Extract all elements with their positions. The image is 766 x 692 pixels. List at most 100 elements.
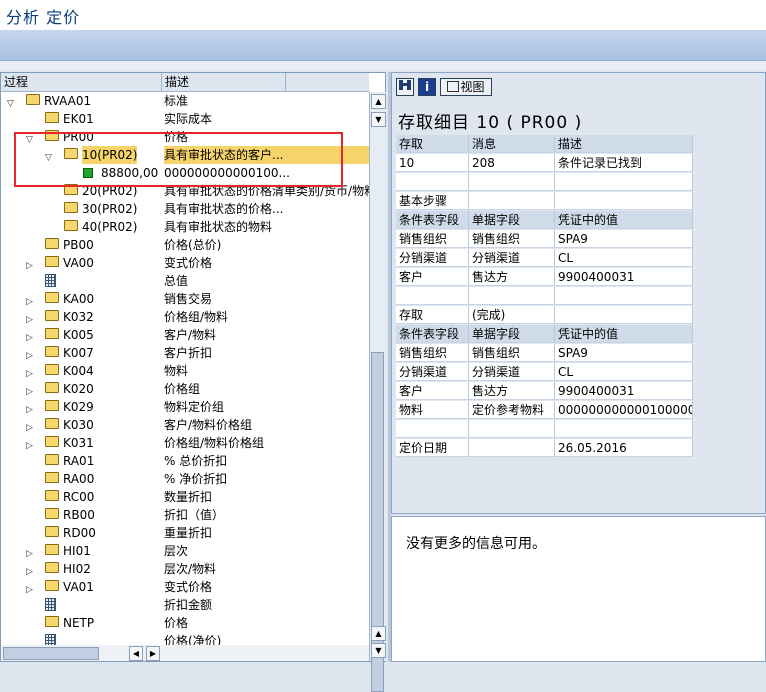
- scroll-down-icon[interactable]: ▼: [371, 643, 386, 658]
- tree-row-description[interactable]: 价格(总价): [164, 236, 369, 254]
- tree-row[interactable]: ▷ HI01 层次: [1, 542, 369, 560]
- tree-row-description[interactable]: 实际成本: [164, 110, 369, 128]
- tree-row-description[interactable]: 销售交易: [164, 290, 369, 308]
- tree-row-description[interactable]: 具有审批状态的价格清单类别/货币/物料: [164, 182, 369, 200]
- tree-row[interactable]: 20(PR02) 具有审批状态的价格清单类别/货币/物料: [1, 182, 369, 200]
- tree-row-name[interactable]: K031: [63, 434, 94, 452]
- tree-row[interactable]: ▷ VA00 变式价格: [1, 254, 369, 272]
- tree-row[interactable]: EK01 实际成本: [1, 110, 369, 128]
- tree-row[interactable]: ▷ K029 物料定价组: [1, 398, 369, 416]
- tree-row-description[interactable]: % 净价折扣: [164, 470, 369, 488]
- tree-row-description[interactable]: 物料定价组: [164, 398, 369, 416]
- tree-row-name[interactable]: 40(PR02): [82, 218, 137, 236]
- tree-row-name[interactable]: 88800,00: [101, 164, 158, 182]
- tree-row-description[interactable]: 价格: [164, 128, 369, 146]
- tree-row-name[interactable]: RB00: [63, 506, 95, 524]
- tree-row-description[interactable]: 折扣金额: [164, 596, 369, 614]
- tree-row-name[interactable]: K020: [63, 380, 94, 398]
- tree-vertical-scrollbar[interactable]: ▲ ▼ ▲ ▼: [369, 92, 386, 692]
- tree-row-name[interactable]: HI02: [63, 560, 91, 578]
- tree-row[interactable]: 88800,00 000000000000100...: [1, 164, 369, 182]
- tree-row-description[interactable]: 具有审批状态的价格...: [164, 200, 369, 218]
- binoculars-icon[interactable]: [396, 78, 414, 96]
- tree-row-description[interactable]: 层次/物料: [164, 560, 369, 578]
- tree-row-name[interactable]: KA00: [63, 290, 94, 308]
- tree-row[interactable]: ▷ K005 客户/物料: [1, 326, 369, 344]
- tree-row[interactable]: 折扣金额: [1, 596, 369, 614]
- tree-row[interactable]: ▷ K004 物料: [1, 362, 369, 380]
- tree-row-name[interactable]: K007: [63, 344, 94, 362]
- tree-row-name[interactable]: HI01: [63, 542, 91, 560]
- tree-row-name[interactable]: 30(PR02): [82, 200, 137, 218]
- tree-row-name[interactable]: PR00: [63, 128, 94, 146]
- scroll-left-icon[interactable]: ◀: [129, 646, 143, 661]
- tree-row-description[interactable]: 总值: [164, 272, 369, 290]
- tree-row-description[interactable]: 标准: [164, 92, 369, 110]
- tree-row[interactable]: ▽ PR00 价格: [1, 128, 369, 146]
- tree-row[interactable]: ▽ RVAA01 标准: [1, 92, 369, 110]
- tree-row-name[interactable]: K004: [63, 362, 94, 380]
- tree-horizontal-scrollbar[interactable]: ◀ ▶: [1, 645, 369, 661]
- scroll-up-small-icon[interactable]: ▲: [371, 626, 386, 641]
- tree-row-description[interactable]: 层次: [164, 542, 369, 560]
- tree-row-name[interactable]: K029: [63, 398, 94, 416]
- tree-row-description[interactable]: 客户折扣: [164, 344, 369, 362]
- tree-row-description[interactable]: 客户/物料价格组: [164, 416, 369, 434]
- tree-row-description[interactable]: 客户/物料: [164, 326, 369, 344]
- tree-row-name[interactable]: RVAA01: [44, 92, 91, 110]
- tree-row[interactable]: ▽ 10(PR02) 具有审批状态的客户...: [1, 146, 369, 164]
- tree-row-description[interactable]: 价格组: [164, 380, 369, 398]
- hscroll-thumb[interactable]: [3, 647, 99, 660]
- tree-row-description[interactable]: 具有审批状态的客户...: [164, 146, 369, 164]
- tree-row[interactable]: 价格(净价): [1, 632, 369, 645]
- tree-row[interactable]: NETP 价格: [1, 614, 369, 632]
- column-header-procedure[interactable]: 过程: [1, 73, 162, 91]
- tree-row[interactable]: ▷ K030 客户/物料价格组: [1, 416, 369, 434]
- tree-row-description[interactable]: 物料: [164, 362, 369, 380]
- tree-row-name[interactable]: RD00: [63, 524, 96, 542]
- tree-row[interactable]: RB00 折扣（值）: [1, 506, 369, 524]
- tree-row-name[interactable]: K005: [63, 326, 94, 344]
- tree-row-name[interactable]: K032: [63, 308, 94, 326]
- tree-row[interactable]: RA01 % 总价折扣: [1, 452, 369, 470]
- tree-row-description[interactable]: 变式价格: [164, 578, 369, 596]
- tree-row[interactable]: ▷ K007 客户折扣: [1, 344, 369, 362]
- tree-row-name[interactable]: K030: [63, 416, 94, 434]
- tree-row-description[interactable]: 价格组/物料: [164, 308, 369, 326]
- tree-row-name[interactable]: 20(PR02): [82, 182, 137, 200]
- tree-row[interactable]: RD00 重量折扣: [1, 524, 369, 542]
- tree-row[interactable]: PB00 价格(总价): [1, 236, 369, 254]
- tree-row-name[interactable]: VA00: [63, 254, 94, 272]
- tree-row-name[interactable]: RC00: [63, 488, 94, 506]
- tree-row-description[interactable]: 变式价格: [164, 254, 369, 272]
- tree-row-name[interactable]: 10(PR02): [82, 146, 138, 164]
- tree-row[interactable]: ▷ K032 价格组/物料: [1, 308, 369, 326]
- tree-row[interactable]: 40(PR02) 具有审批状态的物料: [1, 218, 369, 236]
- tree-row-name[interactable]: EK01: [63, 110, 94, 128]
- tree-row-name[interactable]: NETP: [63, 614, 94, 632]
- tree-row-description[interactable]: 具有审批状态的物料: [164, 218, 369, 236]
- tree-row-name[interactable]: PB00: [63, 236, 94, 254]
- tree-row-description[interactable]: 折扣（值）: [164, 506, 369, 524]
- tree-row-name[interactable]: RA01: [63, 452, 94, 470]
- tree-row-description[interactable]: 000000000000100...: [164, 164, 369, 182]
- tree-row[interactable]: RA00 % 净价折扣: [1, 470, 369, 488]
- tree-row[interactable]: ▷ KA00 销售交易: [1, 290, 369, 308]
- tree-row-description[interactable]: 价格: [164, 614, 369, 632]
- column-header-description[interactable]: 描述: [162, 73, 286, 91]
- tree-row-name[interactable]: VA01: [63, 578, 94, 596]
- tree-row-description[interactable]: % 总价折扣: [164, 452, 369, 470]
- scroll-right-icon[interactable]: ▶: [146, 646, 160, 661]
- tree-row-description[interactable]: 重量折扣: [164, 524, 369, 542]
- tree-row-name[interactable]: RA00: [63, 470, 94, 488]
- tree-row-description[interactable]: 价格(净价): [164, 632, 369, 645]
- tree-row-description[interactable]: 数量折扣: [164, 488, 369, 506]
- scroll-down-small-icon[interactable]: ▼: [371, 112, 386, 127]
- tree-row[interactable]: ▷ VA01 变式价格: [1, 578, 369, 596]
- scroll-up-icon[interactable]: ▲: [371, 94, 386, 109]
- tree-row[interactable]: ▷ HI02 层次/物料: [1, 560, 369, 578]
- tree-row-description[interactable]: 价格组/物料价格组: [164, 434, 369, 452]
- tree-row[interactable]: 30(PR02) 具有审批状态的价格...: [1, 200, 369, 218]
- scroll-thumb[interactable]: [371, 352, 384, 692]
- tree-row[interactable]: 总值: [1, 272, 369, 290]
